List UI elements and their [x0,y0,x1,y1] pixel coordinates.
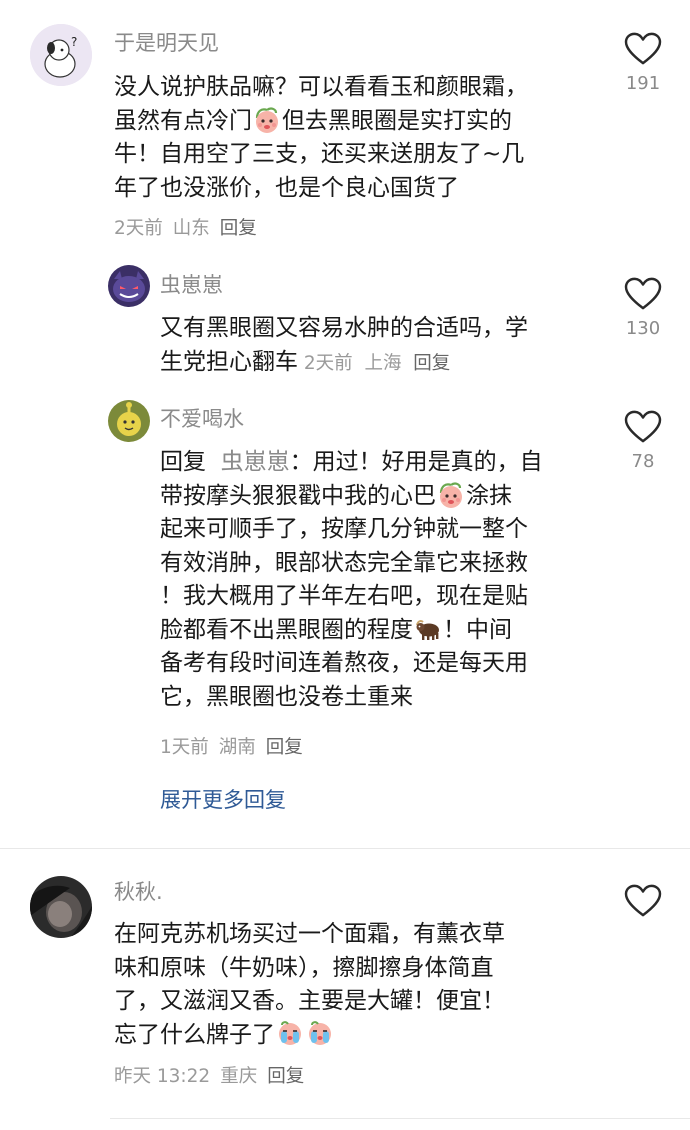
comment-line: 回复 虫崽崽：用过！好用是真的，自 [160,446,543,480]
comment-location: 湖南 [218,737,256,758]
comment-text-segment: 虽然有点冷门 [114,107,252,134]
avatar[interactable] [108,400,150,442]
comment-line: 有效消肿，眼部状态完全靠它来拯救 [160,549,528,576]
comment-text: 在阿克苏机场买过一个面霜，有薰衣草 味和原味（牛奶味），擦脚擦身体简直 了，又滋… [114,918,505,1052]
comment-line: 牛！自用空了三支，还买来送朋友了~几 [114,141,525,167]
reply-prefix: 回复 [160,449,206,475]
reply-text: 又有黑眼圈又容易水肿的合适吗，学 生党担心翻车 2天前 上海 回复 [160,312,528,379]
comment-line: 虽然有点冷门 但去黑眼圈是实打实的 [114,105,528,139]
comment-meta: 1天前 湖南 回复 [160,735,303,761]
comment-text: 没人说护肤品嘛？可以看看玉和颜眼霜， 虽然有点冷门 但去黑眼圈是实打实的 牛！自用… [114,71,528,205]
comment-text-segment: 忘了什么牌子了 [114,1021,275,1048]
reply-button[interactable]: 回复 [413,353,450,374]
reply-button[interactable]: 回复 [267,1066,304,1087]
like-count: 191 [625,73,661,94]
username[interactable]: 虫崽崽 [160,271,223,299]
like-button[interactable]: 191 [613,32,673,96]
svg-text:?: ? [71,35,77,49]
comment-text-segment: 脸都看不出黑眼圈的程度 [160,616,413,643]
comment-meta: 昨天 13:22 重庆 回复 [114,1064,304,1090]
comment-location: 重庆 [220,1066,258,1087]
comment-text-segment: ！中间 [443,616,512,643]
avatar[interactable] [30,876,92,938]
comment-time: 1天前 [160,737,209,758]
comment-line: 忘了什么牌子了 [114,1019,505,1053]
like-button[interactable] [613,884,673,924]
like-count: 78 [631,451,655,472]
comment-line: ！我大概用了半年左右吧，现在是贴 [160,583,528,609]
reply-text: 回复 虫崽崽：用过！好用是真的，自 带按摩头狠狠戳中我的心巴 涂抹 起来可顺手了，… [160,446,543,714]
comment-line: 在阿克苏机场买过一个面霜，有薰衣草 [114,921,505,947]
peach-face-emoji [437,481,465,509]
comment-time: 昨天 13:22 [114,1066,211,1087]
heart-outline-icon [624,277,662,311]
crying-peach-emoji [306,1020,334,1048]
peach-face-emoji [253,106,281,134]
comment-line: 带按摩头狠狠戳中我的心巴 涂抹 [160,480,543,514]
comment-location: 山东 [172,218,210,239]
comment-location: 上海 [364,352,402,374]
crying-peach-emoji [276,1020,304,1048]
like-count: 130 [625,318,661,339]
expand-more-replies-link[interactable]: 展开更多回复 [160,786,286,814]
comment-meta: 2天前 山东 回复 [114,216,257,242]
like-button[interactable]: 130 [613,277,673,341]
username[interactable]: 秋秋. [114,878,163,906]
comment-line: 没人说护肤品嘛？可以看看玉和颜眼霜， [114,74,528,100]
username[interactable]: 于是明天见 [114,29,219,57]
comment-text-segment: 但去黑眼圈是实打实的 [282,107,512,134]
comment-text-segment: 带按摩头狠狠戳中我的心巴 [160,482,436,509]
comment-line: 脸都看不出黑眼圈的程度 ！中间 [160,614,543,648]
reply-button[interactable]: 回复 [220,218,257,239]
comment-text-segment: ：用过！好用是真的，自 [289,449,543,475]
comment-line: 了，又滋润又香。主要是大罐！便宜！ [114,988,505,1014]
divider [110,1118,690,1119]
reply-target-user[interactable]: 虫崽崽 [221,449,290,475]
divider [0,848,690,849]
comment-meta: 2天前 上海 回复 [298,353,450,374]
comment-line: 生党担心翻车 2天前 上海 回复 [160,346,528,380]
comment-time: 2天前 [303,352,353,374]
comment-line: 起来可顺手了，按摩几分钟就一整个 [160,516,528,542]
comment-line: 味和原味（牛奶味），擦脚擦身体简直 [114,954,494,981]
comment-line: 年了也没涨价，也是个良心国货了 [114,174,459,201]
heart-outline-icon [624,32,662,66]
heart-outline-icon [624,884,662,918]
like-button[interactable]: 78 [613,410,673,474]
username[interactable]: 不爱喝水 [160,405,244,433]
comment-line: 备考有段时间连着熬夜，还是每天用 [160,650,528,676]
comment-time: 2天前 [114,218,163,239]
comment-line: 又有黑眼圈又容易水肿的合适吗，学 [160,315,528,341]
heart-outline-icon [624,410,662,444]
reply-button[interactable]: 回复 [266,737,303,758]
avatar[interactable] [108,265,150,307]
comment-line: 它，黑眼圈也没卷土重来 [160,683,413,710]
comment-text-segment: 涂抹 [466,482,512,509]
comment-text-segment: 生党担心翻车 [160,348,298,375]
ox-emoji [414,615,442,643]
avatar[interactable]: ? [30,24,92,86]
